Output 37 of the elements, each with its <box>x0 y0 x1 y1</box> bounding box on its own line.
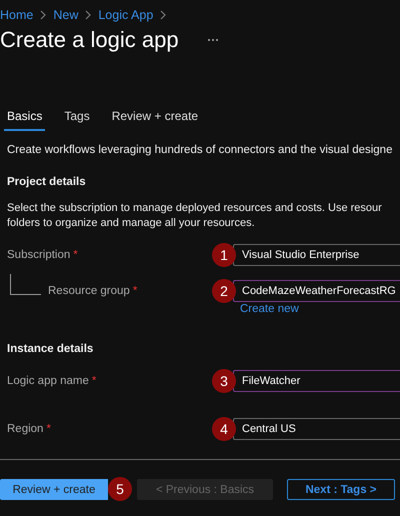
step-badge: 3 <box>212 369 236 393</box>
section-heading: Project details <box>7 176 87 188</box>
create-new-link[interactable]: Create new <box>240 303 400 315</box>
step-badge: 2 <box>212 279 236 303</box>
field-label: Region <box>7 423 44 435</box>
input-field[interactable]: Central US <box>233 418 400 440</box>
description-text: Create workflows leveraging hundreds of connectors and the visual designe <box>7 144 394 156</box>
field-label: Resource group <box>48 285 130 297</box>
step-badge: 1 <box>212 243 236 267</box>
chevron-right-icon <box>85 10 92 20</box>
tab[interactable]: Basics <box>4 107 46 131</box>
required-asterisk: * <box>132 285 138 297</box>
input-field[interactable]: FileWatcher <box>233 370 400 392</box>
breadcrumb-link[interactable]: New <box>53 8 78 22</box>
section-description: Select the subscription to manage deployed resources and costs. Use resour <box>7 201 382 216</box>
breadcrumb-link[interactable]: Home <box>0 8 34 22</box>
required-asterisk: * <box>46 423 51 435</box>
wizard-button[interactable]: Review + create <box>0 479 108 500</box>
tree-connector-icon <box>10 274 41 295</box>
required-asterisk: * <box>92 375 96 387</box>
section-description: folders to organize and manage all your resources. <box>7 216 255 231</box>
page-title: Create a logic app <box>0 27 179 53</box>
section-heading: Instance details <box>7 343 94 355</box>
wizard-button[interactable]: Next : Tags > <box>287 479 395 500</box>
field-label: Subscription <box>7 249 70 261</box>
required-asterisk: * <box>73 249 78 261</box>
chevron-right-icon <box>160 10 166 20</box>
tab[interactable]: Review + create <box>108 107 202 131</box>
field-label: Logic app name <box>7 375 89 387</box>
input-field[interactable]: Visual Studio Enterprise <box>233 244 400 266</box>
step-badge: 5 <box>108 477 132 501</box>
tab[interactable]: Tags <box>61 107 93 131</box>
chevron-right-icon <box>40 10 46 20</box>
breadcrumb-link[interactable]: Logic App <box>98 8 154 22</box>
input-field[interactable]: CodeMazeWeatherForecastRG <box>233 280 400 302</box>
step-badge: 4 <box>212 417 236 441</box>
more-icon[interactable] <box>206 38 219 42</box>
